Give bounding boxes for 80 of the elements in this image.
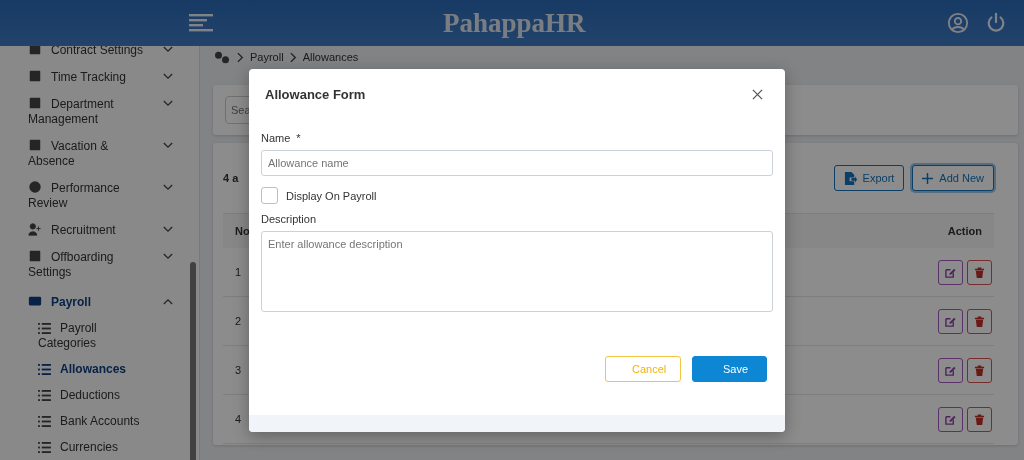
add-new-button[interactable]: Add New [912, 165, 994, 191]
chevron-right-icon [237, 51, 244, 63]
list-icon [38, 442, 51, 453]
menu-item-icon [28, 46, 42, 56]
field-label: Description [261, 213, 317, 225]
table-cell: 1 [235, 266, 242, 278]
trash-icon [974, 364, 985, 376]
save-button[interactable]: Save [692, 356, 767, 382]
checkbox-label: Display On Payroll [286, 189, 377, 202]
edit-icon [945, 315, 956, 327]
chevron-icon [163, 298, 173, 305]
sidebar-item[interactable]: Offboarding Settings [28, 244, 173, 286]
edit-icon [945, 364, 956, 376]
chevron-icon [163, 226, 173, 233]
power-icon[interactable] [985, 12, 1007, 34]
edit-icon [945, 413, 956, 425]
chevron-icon [163, 142, 173, 149]
close-icon[interactable] [752, 89, 763, 100]
column-header: Action [947, 225, 982, 237]
table-cell: 4 [235, 413, 242, 425]
sidebar-item[interactable]: Time Tracking [28, 64, 173, 91]
edit-button[interactable] [938, 308, 963, 334]
edit-button[interactable] [938, 259, 963, 285]
checkbox[interactable] [261, 187, 278, 204]
scrollbar-thumb[interactable] [190, 262, 196, 460]
sidebar-item[interactable]: Department Management [28, 91, 173, 133]
user-icon[interactable] [947, 12, 969, 34]
menu-item-icon [28, 69, 42, 83]
export-icon [843, 171, 857, 185]
breadcrumb-link[interactable]: Allowances [302, 51, 359, 63]
sidebar-item[interactable]: Performance Review [28, 175, 173, 217]
export-button[interactable]: Export [833, 165, 905, 191]
record-count: 4 a [223, 172, 239, 184]
chevron-icon [163, 73, 173, 80]
sidebar-subitem[interactable]: Bank Accounts [28, 409, 199, 435]
menu-item-icon [28, 222, 42, 236]
sidebar-subitem[interactable]: Payroll Categories [28, 316, 199, 357]
required-mark: * [296, 132, 301, 144]
list-icon [38, 323, 51, 334]
table-cell: 3 [235, 364, 242, 376]
delete-button[interactable] [967, 406, 992, 432]
menu-item-icon [28, 249, 42, 263]
delete-button[interactable] [967, 357, 992, 383]
breadcrumb-link[interactable]: Payroll [250, 51, 284, 63]
table-cell: 2 [235, 315, 242, 327]
chevron-icon [163, 184, 173, 191]
name-input-field[interactable]: Allowance name [261, 150, 773, 176]
list-icon [38, 416, 51, 427]
column-header: No [235, 225, 250, 237]
trash-icon [974, 266, 985, 278]
modal-title: Allowance Form [265, 87, 366, 102]
menu-item-icon [28, 180, 42, 194]
plus-icon [922, 172, 934, 184]
list-icon [38, 364, 51, 375]
trash-icon [974, 413, 985, 425]
description-field[interactable]: Enter allowance description [261, 231, 773, 312]
chevron-icon [163, 253, 173, 260]
sidebar-subitem[interactable]: Currencies [28, 435, 199, 460]
delete-button[interactable] [967, 308, 992, 334]
menu-item-icon [28, 96, 42, 110]
sidebar-subitem[interactable]: Allowances [28, 357, 199, 383]
field-label: Name [261, 132, 291, 144]
chevron-icon [163, 100, 173, 107]
chevron-icon [163, 46, 173, 53]
trash-icon [974, 315, 985, 327]
menu-item-icon [28, 138, 42, 152]
app-logo: PahappaHR [443, 7, 586, 39]
menu-item-icon [28, 294, 42, 308]
sidebar-item[interactable]: Payroll [28, 286, 173, 316]
menu-icon[interactable] [189, 14, 213, 32]
chevron-right-icon [289, 51, 297, 63]
edit-button[interactable] [938, 357, 963, 383]
sidebar-item[interactable]: Contract Settings [28, 46, 173, 64]
list-icon [38, 390, 51, 401]
sidebar-subitem[interactable]: Deductions [28, 383, 199, 409]
sidebar-item[interactable]: Recruitment [28, 217, 173, 244]
sidebar-item[interactable]: Vacation & Absence [28, 133, 173, 175]
edit-button[interactable] [938, 406, 963, 432]
delete-button[interactable] [967, 259, 992, 285]
edit-icon [945, 266, 956, 278]
